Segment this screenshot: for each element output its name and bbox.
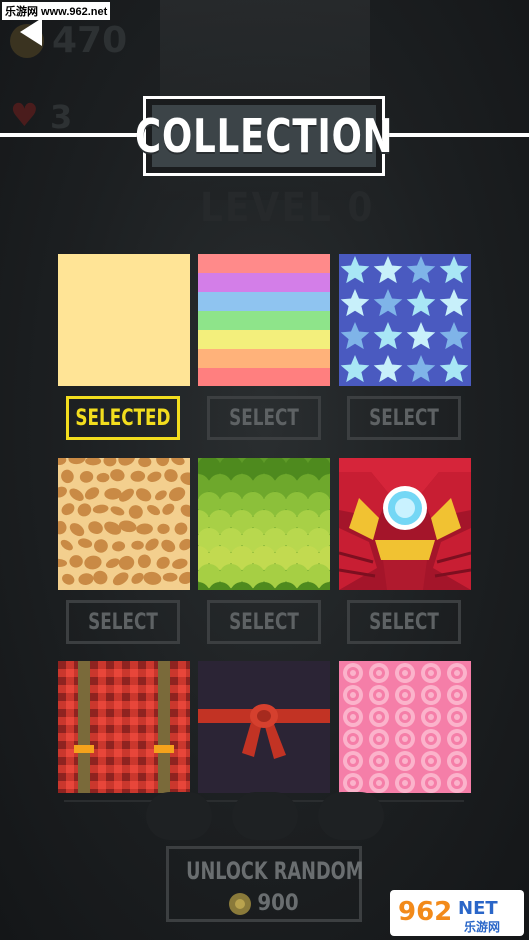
background-cart-icon — [232, 792, 298, 840]
button-label: SELECTED — [75, 405, 171, 431]
unlock-cost: 900 — [169, 891, 359, 916]
site-logo: 962 NET 乐游网 — [390, 890, 524, 936]
select-button-stars[interactable]: SELECT — [347, 396, 461, 440]
unlock-cost-value: 900 — [257, 891, 299, 916]
logo-suffix: NET — [458, 898, 498, 919]
button-label: SELECT — [229, 405, 299, 431]
background-refresh-icon — [318, 792, 384, 840]
tile-green-scales[interactable] — [198, 458, 330, 590]
coin-icon — [229, 892, 252, 915]
background-level-text: LEVEL 0 — [200, 185, 375, 231]
tile-stars[interactable] — [339, 254, 471, 386]
lives-count: 3 — [50, 98, 73, 136]
selected-button-plain-yellow[interactable]: SELECTED — [66, 396, 180, 440]
red-plaid-suspenders-pattern-icon — [58, 661, 190, 793]
unlock-random-label: UNLOCK RANDOM — [186, 857, 364, 885]
select-button-giraffe[interactable]: SELECT — [66, 600, 180, 644]
button-label: SELECT — [229, 609, 299, 635]
background-tools-icon — [146, 792, 212, 840]
tile-rainbow-stripes[interactable] — [198, 254, 330, 386]
red-belt-pattern-icon — [198, 661, 330, 793]
tile-red-belt[interactable] — [198, 661, 330, 793]
select-button-green-scales[interactable]: SELECT — [207, 600, 321, 644]
unlock-random-button[interactable]: UNLOCK RANDOM 900 — [166, 846, 364, 922]
button-label: SELECT — [369, 609, 439, 635]
stars-pattern-icon — [339, 254, 471, 386]
iron-armor-pattern-icon — [339, 458, 471, 590]
select-button-rainbow-stripes[interactable]: SELECT — [207, 396, 321, 440]
tile-giraffe[interactable] — [58, 458, 190, 590]
pink-circles-pattern-icon — [339, 661, 471, 793]
heart-icon: ♥ — [10, 96, 39, 134]
logo-sub: 乐游网 — [464, 919, 500, 934]
coin-count: 470 — [52, 20, 128, 61]
giraffe-pattern-icon — [58, 458, 190, 590]
watermark: 乐游网 www.962.net — [2, 2, 111, 20]
plain-yellow-pattern-icon — [58, 254, 190, 386]
button-label: SELECT — [369, 405, 439, 431]
rainbow-stripes-pattern-icon — [198, 254, 330, 386]
tile-plain-yellow[interactable] — [58, 254, 190, 386]
tile-iron-armor[interactable] — [339, 458, 471, 590]
logo-number: 962 — [398, 897, 452, 927]
tile-pink-circles[interactable] — [339, 661, 471, 793]
button-label: SELECT — [88, 609, 158, 635]
page-title: COLLECTION — [134, 109, 394, 163]
tile-red-plaid-suspenders[interactable] — [58, 661, 190, 793]
select-button-iron-armor[interactable]: SELECT — [347, 600, 461, 644]
green-scales-pattern-icon — [198, 458, 330, 590]
title-banner: COLLECTION — [135, 96, 392, 176]
